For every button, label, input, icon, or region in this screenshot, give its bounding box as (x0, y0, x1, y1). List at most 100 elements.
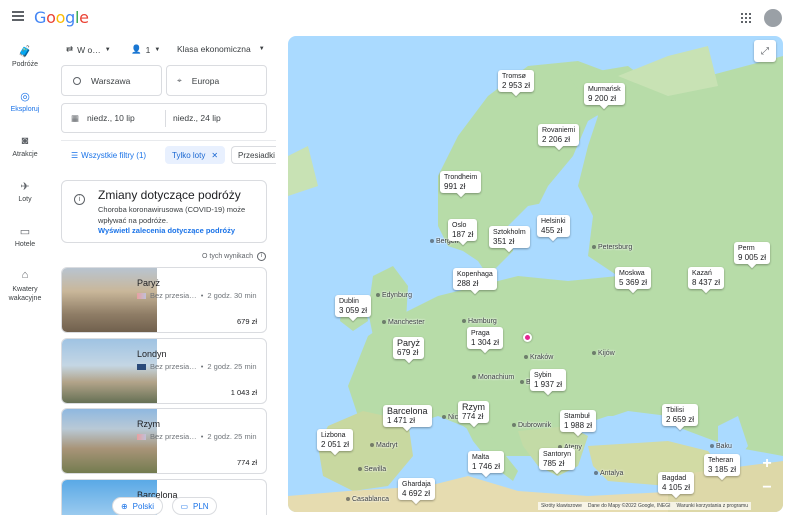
terms-link[interactable]: Warunki korzystania z programu (676, 503, 748, 509)
map-price-marker[interactable]: Oslo 187 zł (448, 219, 478, 241)
map-price-marker[interactable]: Tbilisi 2 659 zł (662, 404, 699, 426)
trip-type-select[interactable]: ⇄ W o… ▼ (66, 44, 111, 55)
stops-label: Przesiadki (238, 150, 275, 160)
zoom-out-button[interactable]: − (756, 477, 778, 501)
return-date[interactable]: niedz., 24 lip (173, 113, 221, 123)
marker-city: Ghardaja (402, 481, 431, 488)
person-icon: 👤 (131, 44, 142, 54)
nonstop-chip[interactable]: Tylko loty ✕ (165, 146, 226, 164)
cabin-class-select[interactable]: Klasa ekonomiczna ▼ (177, 44, 265, 54)
dates-field[interactable]: ▦ niedz., 10 lip niedz., 24 lip (61, 103, 267, 133)
passengers-select[interactable]: 👤 1 ▼ (131, 44, 160, 55)
map-price-marker[interactable]: Sztokholm 351 zł (489, 226, 530, 248)
map-price-marker[interactable]: Murmańsk 9 200 zł (584, 83, 625, 105)
close-icon[interactable]: ✕ (211, 151, 218, 160)
map-price-marker[interactable]: Perm 9 005 zł (734, 242, 771, 264)
map-price-marker[interactable]: Lizbona 2 051 zł (317, 429, 354, 451)
airline-logo-icon (137, 363, 146, 370)
plane-icon: ✈ (20, 180, 30, 193)
result-duration: 2 godz. 25 min (207, 362, 257, 371)
result-card-rome[interactable]: Rzym Bez przesia… • 2 godz. 25 min 774 zł (61, 408, 267, 474)
marker-price: 774 zł (462, 412, 484, 421)
place-label: Dubrownik (512, 422, 551, 429)
result-card-paris[interactable]: Paryż Bez przesia… • 2 godz. 30 min 679 zł (61, 267, 267, 333)
divider (61, 140, 276, 141)
result-card-barcelona[interactable]: Barcelona (61, 479, 267, 515)
zoom-in-button[interactable]: + (756, 453, 778, 477)
result-city: Londyn (137, 349, 167, 359)
passengers-value: 1 (145, 44, 151, 55)
currency-icon: ▭ (180, 501, 188, 511)
map-price-marker[interactable]: Barcelona 1 471 zł (383, 405, 432, 427)
about-results[interactable]: O tych wynikach i (202, 252, 266, 261)
avatar[interactable] (764, 9, 782, 27)
stops-chip[interactable]: Przesiadki (231, 146, 276, 164)
result-price: 774 zł (236, 458, 257, 467)
map-price-marker[interactable]: Helsinki 455 zł (537, 215, 570, 237)
marker-price: 2 659 zł (666, 415, 695, 424)
nav-item-flights[interactable]: ✈ Loty (0, 179, 50, 204)
map-price-marker[interactable]: Tromsø 2 953 zł (498, 70, 535, 92)
map-price-marker[interactable]: Malta 1 746 zł (468, 451, 505, 473)
marker-city: Dublin (339, 298, 359, 305)
map-data-credit: Dane do Mapy ©2022 Google, INEGI (587, 503, 671, 509)
currency-button[interactable]: ▭ PLN (172, 497, 217, 515)
marker-price: 9 005 zł (738, 253, 767, 262)
nav-item-hotels[interactable]: ▭ Hotele (0, 224, 50, 249)
result-card-london[interactable]: Londyn Bez przesia… • 2 godz. 25 min 1 043… (61, 338, 267, 404)
map-price-marker[interactable]: Moskwa 5 369 zł (615, 267, 652, 289)
explore-icon: ◎ (20, 90, 30, 103)
map-price-marker[interactable]: Kazań 8 437 zł (688, 267, 725, 289)
nav-label: Kwatery wakacyjne (8, 286, 42, 302)
place-label: Baku (710, 443, 732, 450)
depart-date[interactable]: niedz., 10 lip (87, 113, 135, 123)
marker-city: Bagdad (662, 475, 687, 482)
dot-separator: • (200, 291, 204, 300)
nav-item-things-to-do[interactable]: ◙ Atrakcje (0, 134, 50, 158)
fullscreen-icon[interactable]: ⤢ (754, 40, 776, 62)
map-price-marker[interactable]: Santoryn 785 zł (539, 448, 576, 470)
marker-city: Paryż (397, 338, 421, 348)
apps-grid-icon[interactable] (741, 13, 751, 23)
result-stops: Bez przesia… (150, 291, 197, 300)
bed-icon: ▭ (19, 225, 31, 238)
language-button[interactable]: ⊕ Polski (112, 497, 163, 515)
map-attribution: Skróty klawiszowe Dane do Mapy ©2022 Goo… (538, 502, 751, 510)
nav-item-explore[interactable]: ◎ Eksploruj (0, 89, 50, 114)
map-price-marker[interactable]: Kopenhaga 288 zł (453, 268, 497, 290)
place-label: Monachium (472, 374, 514, 381)
map[interactable]: Bergen Petersburg Edynburg Manchester Ha… (288, 36, 783, 512)
map-price-marker[interactable]: Bagdad 4 105 zł (658, 472, 695, 494)
result-stops: Bez przesia… (150, 432, 197, 441)
map-price-marker[interactable]: Sybin 1 937 zł (530, 369, 567, 391)
menu-icon[interactable] (12, 11, 24, 21)
map-price-marker[interactable]: Stambuł 1 988 zł (560, 410, 597, 432)
result-price: 679 zł (236, 317, 257, 326)
marker-city: Sztokholm (493, 229, 526, 236)
map-price-marker[interactable]: Paryż 679 zł (393, 337, 425, 359)
map-price-marker[interactable]: Trondheim 991 zł (440, 171, 482, 193)
google-logo[interactable]: Google (34, 8, 89, 27)
airline-logo-icon (137, 433, 146, 440)
marker-price: 9 200 zł (588, 94, 617, 103)
all-filters-button[interactable]: ☰ Wszystkie filtry (1) (64, 146, 153, 164)
map-price-marker[interactable]: Rovaniemi 2 206 zł (538, 124, 580, 146)
map-price-marker[interactable]: Praga 1 304 zł (467, 327, 504, 349)
origin-field[interactable]: Warszawa (61, 65, 162, 96)
marker-city: Santoryn (543, 451, 572, 458)
destination-field[interactable]: ⌖ Europa (166, 65, 267, 96)
language-label: Polski (132, 501, 155, 511)
marker-city: Sybin (534, 372, 552, 379)
nav-item-travel[interactable]: 🧳 Podróże (0, 44, 50, 69)
map-price-marker[interactable]: Dublin 3 059 zł (335, 295, 372, 317)
marker-city: Praga (471, 330, 490, 337)
map-price-marker[interactable]: Rzym 774 zł (458, 401, 489, 423)
keyboard-shortcuts-link[interactable]: Skróty klawiszowe (541, 503, 582, 509)
info-icon: i (74, 194, 85, 205)
map-price-marker[interactable]: Teheran 3 185 zł (704, 454, 741, 476)
top-bar: Google (0, 0, 788, 36)
map-price-marker[interactable]: Ghardaja 4 692 zł (398, 478, 435, 500)
date-divider (165, 110, 166, 127)
covid-advisory-link[interactable]: Wyświetl zalecenia dotyczące podróży (98, 226, 235, 235)
nav-item-vacation-rentals[interactable]: ⌂ Kwatery wakacyjne (0, 268, 50, 303)
